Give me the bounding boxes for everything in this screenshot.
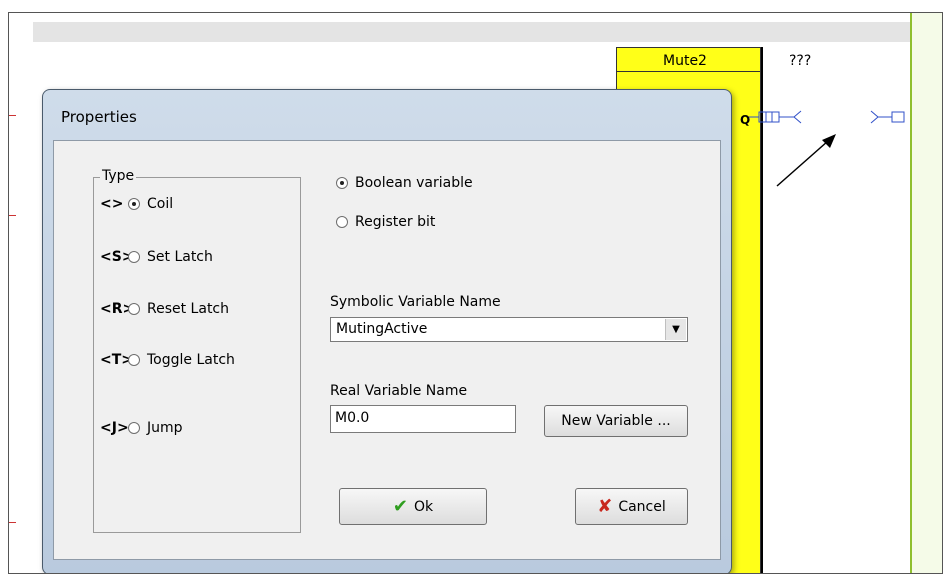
ok-button[interactable]: ✔ Ok — [339, 488, 487, 525]
register-bit-radio[interactable] — [336, 216, 348, 228]
symbolic-variable-value: MutingActive — [336, 321, 428, 337]
toggle-latch-label: Toggle Latch — [147, 352, 235, 368]
dialog-body: Type <> Coil <S> Set Latch <R> Reset Lat… — [53, 140, 721, 560]
toggle-latch-symbol-icon: <T> — [100, 352, 134, 368]
register-bit-label: Register bit — [355, 214, 436, 230]
right-margin-panel — [912, 13, 942, 573]
cancel-button[interactable]: ✘ Cancel — [575, 488, 688, 525]
jump-radio[interactable] — [128, 422, 140, 434]
chevron-down-icon[interactable]: ▼ — [665, 319, 686, 340]
properties-dialog: Properties Type <> Coil <S> Set Latch <R… — [42, 89, 732, 573]
cancel-button-label: Cancel — [618, 498, 666, 515]
new-variable-button-label: New Variable ... — [561, 413, 671, 429]
rung-stub — [9, 522, 16, 523]
type-option-toggle-latch[interactable]: <T> Toggle Latch — [100, 352, 235, 368]
dialog-title: Properties — [61, 108, 137, 126]
header-band — [33, 22, 913, 42]
block-title-divider — [616, 71, 760, 72]
real-variable-input[interactable]: M0.0 — [330, 405, 516, 433]
symbolic-variable-label: Symbolic Variable Name — [330, 294, 501, 310]
kind-option-register-bit[interactable]: Register bit — [336, 214, 435, 230]
coil-label: Coil — [147, 196, 174, 212]
jump-label: Jump — [147, 420, 183, 436]
coil-radio[interactable] — [128, 198, 140, 210]
coil-symbol-icon: <> — [100, 196, 124, 212]
type-option-coil[interactable]: <> Coil — [100, 196, 173, 212]
rung-stub — [9, 215, 16, 216]
reset-latch-radio[interactable] — [128, 303, 140, 315]
close-icon: ✘ — [597, 496, 613, 517]
type-option-set-latch[interactable]: <S> Set Latch — [100, 249, 213, 265]
kind-option-boolean[interactable]: Boolean variable — [336, 175, 473, 191]
type-group-label: Type — [100, 168, 137, 184]
set-latch-radio[interactable] — [128, 251, 140, 263]
reset-latch-symbol-icon: <R> — [100, 301, 135, 317]
ladder-editor-canvas: Mute2 ??? Q Properties Type <> Coil <S> — [8, 12, 943, 574]
set-latch-label: Set Latch — [147, 249, 213, 265]
ok-button-label: Ok — [413, 498, 434, 515]
rung-stub — [9, 115, 16, 116]
type-option-reset-latch[interactable]: <R> Reset Latch — [100, 301, 229, 317]
real-variable-value: M0.0 — [335, 410, 370, 426]
type-option-jump[interactable]: <J> Jump — [100, 420, 183, 436]
boolean-variable-radio[interactable] — [336, 177, 348, 189]
reset-latch-label: Reset Latch — [147, 301, 229, 317]
symbolic-variable-select[interactable]: MutingActive ▼ — [330, 317, 688, 342]
real-variable-label: Real Variable Name — [330, 383, 468, 399]
arrow-annotation-icon — [776, 134, 836, 187]
checkmark-icon: ✔ — [392, 496, 408, 517]
boolean-variable-label: Boolean variable — [355, 175, 473, 191]
set-latch-symbol-icon: <S> — [100, 249, 134, 265]
function-block-title: Mute2 — [663, 53, 707, 69]
coil-wire-icon[interactable] — [749, 109, 943, 129]
unassigned-variable-label: ??? — [789, 53, 812, 69]
new-variable-button[interactable]: New Variable ... — [544, 405, 688, 437]
toggle-latch-radio[interactable] — [128, 354, 140, 366]
jump-symbol-icon: <J> — [100, 420, 129, 436]
